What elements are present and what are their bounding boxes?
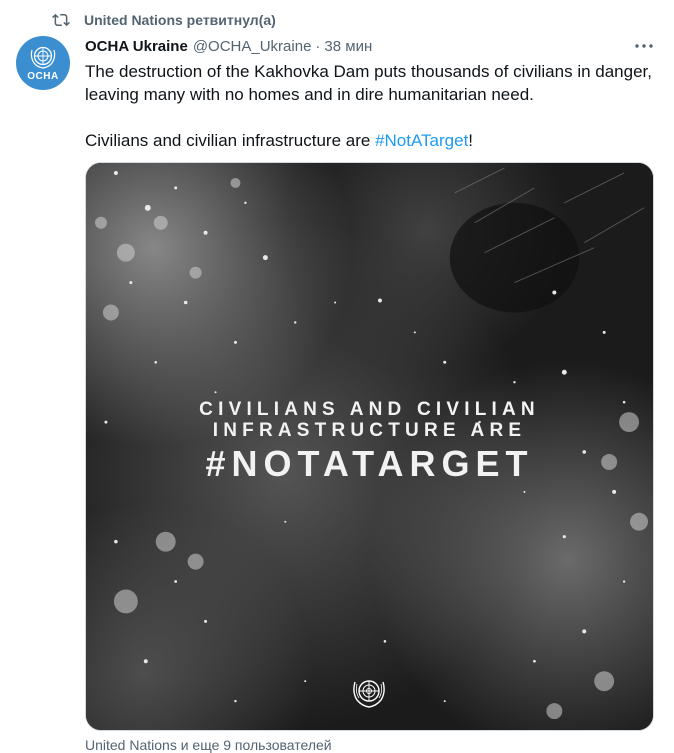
- avatar[interactable]: OCHA: [16, 36, 70, 90]
- retweet-icon: [52, 13, 70, 27]
- tweet-text: The destruction of the Kakhovka Dam puts…: [85, 60, 655, 152]
- tweet-card[interactable]: United Nations ретвитнул(а) OCHA OCHA Uk…: [0, 0, 674, 753]
- paragraph-2-suffix: !: [468, 131, 474, 150]
- tweet-header: OCHA Ukraine @OCHA_Ukraine · 38 мин: [85, 36, 372, 56]
- timestamp[interactable]: 38 мин: [324, 38, 372, 55]
- avatar-label: OCHA: [27, 71, 59, 82]
- more-dots-icon: [635, 44, 653, 48]
- author-handle[interactable]: @OCHA_Ukraine: [193, 38, 312, 55]
- author-name[interactable]: OCHA Ukraine: [85, 38, 188, 55]
- poster-hashtag: #NOTATARGET: [205, 443, 534, 484]
- more-options-button[interactable]: [632, 36, 656, 56]
- tweet-paragraph-2: Civilians and civilian infrastructure ar…: [85, 129, 655, 152]
- tweet-paragraph-1: The destruction of the Kakhovka Dam puts…: [85, 62, 652, 104]
- retweet-context: United Nations ретвитнул(а): [52, 10, 276, 30]
- paragraph-2-text: Civilians and civilian infrastructure ar…: [85, 131, 376, 150]
- un-logo-icon: [30, 46, 56, 69]
- separator: ·: [315, 37, 321, 55]
- hashtag-link[interactable]: #NotATarget: [375, 131, 468, 150]
- poster-line-2: INFRASTRUCTURE ARE: [212, 420, 527, 441]
- un-emblem-icon: [353, 680, 385, 708]
- poster-line-1: CIVILIANS AND CIVILIAN: [199, 399, 540, 420]
- retweet-label[interactable]: United Nations ретвитнул(а): [84, 12, 276, 28]
- tweet-image[interactable]: CIVILIANS AND CIVILIAN INFRASTRUCTURE AR…: [85, 162, 654, 731]
